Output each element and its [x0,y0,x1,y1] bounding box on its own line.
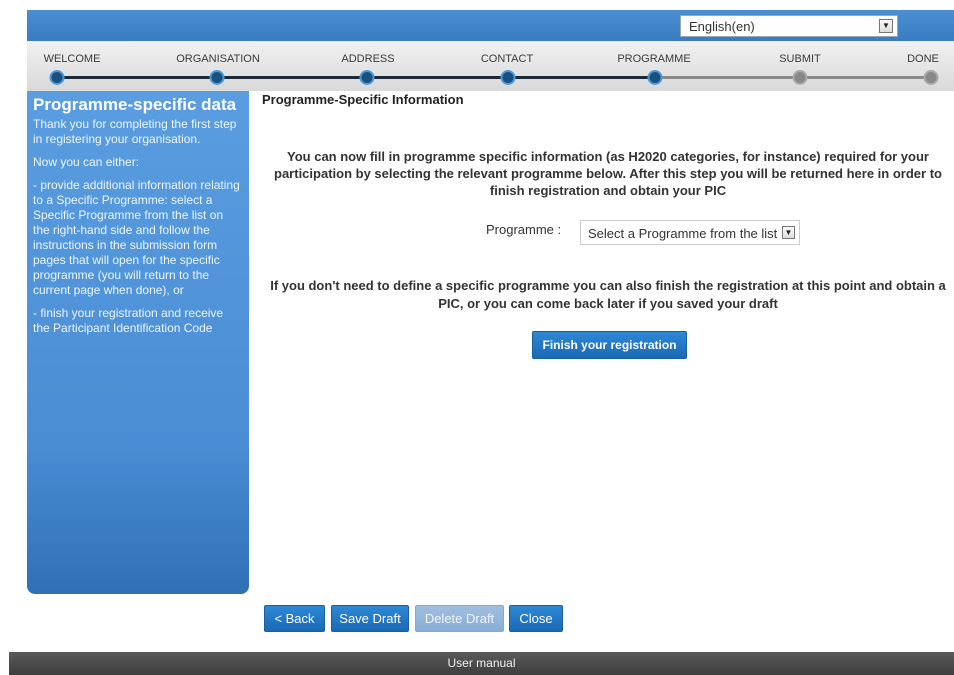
step-label-contact: CONTACT [480,53,534,65]
step-node-contact [500,70,516,85]
language-select-value: English(en) [689,19,755,34]
progress-steps: WELCOME ORGANISATION ADDRESS CONTACT PRO… [27,41,954,91]
step-node-organisation [209,70,225,85]
programme-select[interactable]: Select a Programme from the list ▼ [580,220,800,245]
chevron-down-icon: ▼ [782,226,795,239]
step-label-address: ADDRESS [341,53,395,65]
back-button[interactable]: < Back [264,605,325,632]
progress-rail-done [57,76,655,79]
programme-label: Programme : [486,222,562,237]
step-label-done: DONE [907,53,939,65]
delete-draft-button[interactable]: Delete Draft [415,605,504,632]
finish-registration-button[interactable]: Finish your registration [532,331,687,359]
language-select[interactable]: English(en) ▼ [680,15,898,37]
close-button[interactable]: Close [509,605,563,632]
step-node-address [359,70,375,85]
user-manual-link[interactable]: User manual [447,656,515,670]
footer-bar: User manual [9,652,954,675]
step-node-submit [792,70,808,85]
step-label-submit: SUBMIT [779,53,821,65]
step-node-done [923,70,939,85]
sidebar-paragraph: Now you can either: [33,155,140,169]
chevron-down-icon: ▼ [879,19,893,33]
step-label-programme: PROGRAMME [617,53,691,65]
sidebar-title: Programme-specific data [33,95,237,114]
step-label-organisation: ORGANISATION [176,53,260,65]
step-label-welcome: WELCOME [43,53,101,65]
programme-select-value: Select a Programme from the list [588,226,778,241]
sidebar-paragraph: - provide additional information relatin… [33,178,240,297]
sidebar-paragraph: - finish your registration and receive t… [33,306,224,335]
finish-note: If you don't need to define a specific p… [270,278,946,311]
step-node-programme [647,70,663,85]
help-sidebar: Programme-specific data Thank you for co… [27,91,249,594]
save-draft-button[interactable]: Save Draft [331,605,409,632]
sidebar-paragraph: Thank you for completing the first step … [33,117,237,146]
step-node-welcome [49,70,65,85]
section-title: Programme-Specific Information [262,92,464,107]
intro-text: You can now fill in programme specific i… [274,149,942,198]
